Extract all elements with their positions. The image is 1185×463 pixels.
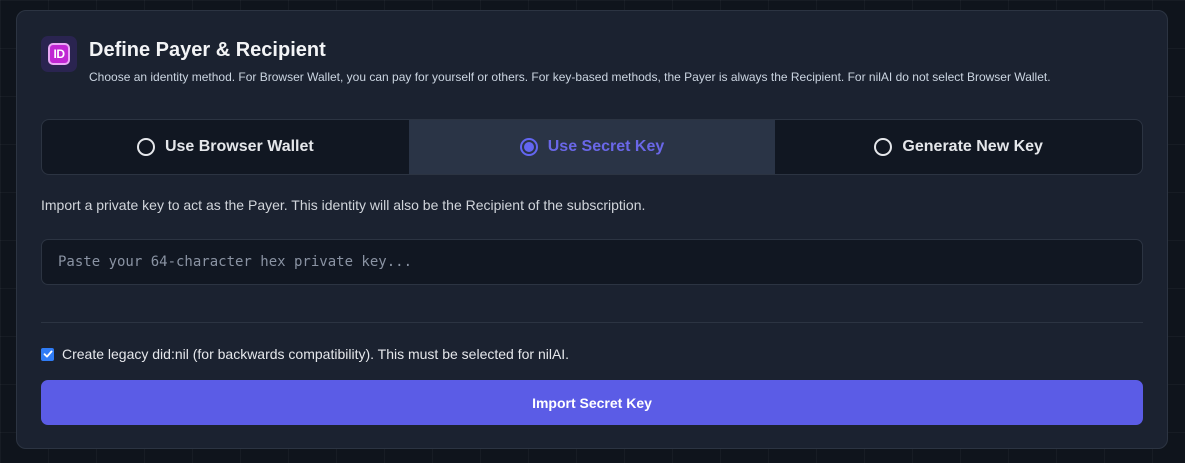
card-description: Choose an identity method. For Browser W…: [89, 70, 1051, 84]
private-key-input[interactable]: [41, 239, 1143, 285]
legacy-did-label: Create legacy did:nil (for backwards com…: [62, 346, 570, 362]
tab-browser-wallet[interactable]: Use Browser Wallet: [42, 120, 409, 174]
checkmark-icon: [43, 350, 52, 358]
tab-secret-key-label: Use Secret Key: [547, 138, 665, 155]
tab-browser-wallet-label: Use Browser Wallet: [164, 138, 314, 155]
secret-key-info-text: Import a private key to act as the Payer…: [41, 197, 646, 213]
legacy-did-checkbox[interactable]: [41, 347, 54, 361]
import-secret-key-button[interactable]: Import Secret Key: [41, 380, 1143, 425]
tab-generate-new-key-label: Generate New Key: [902, 138, 1043, 155]
payer-recipient-card: ID Define Payer & Recipient Choose an id…: [16, 10, 1168, 449]
tab-generate-new-key[interactable]: Generate New Key: [775, 120, 1142, 174]
section-divider: [41, 322, 1143, 323]
radio-unchecked-icon[interactable]: [136, 138, 155, 156]
card-title: Define Payer & Recipient: [89, 39, 326, 61]
id-badge-icon: ID: [41, 36, 77, 72]
radio-checked-icon[interactable]: [519, 138, 538, 156]
radio-unchecked-icon[interactable]: [874, 138, 893, 156]
tab-secret-key[interactable]: Use Secret Key: [408, 120, 776, 174]
legacy-did-option[interactable]: Create legacy did:nil (for backwards com…: [41, 346, 569, 362]
identity-method-tabs: Use Browser Wallet Use Secret Key Genera…: [41, 119, 1143, 175]
id-badge-label: ID: [48, 43, 70, 65]
